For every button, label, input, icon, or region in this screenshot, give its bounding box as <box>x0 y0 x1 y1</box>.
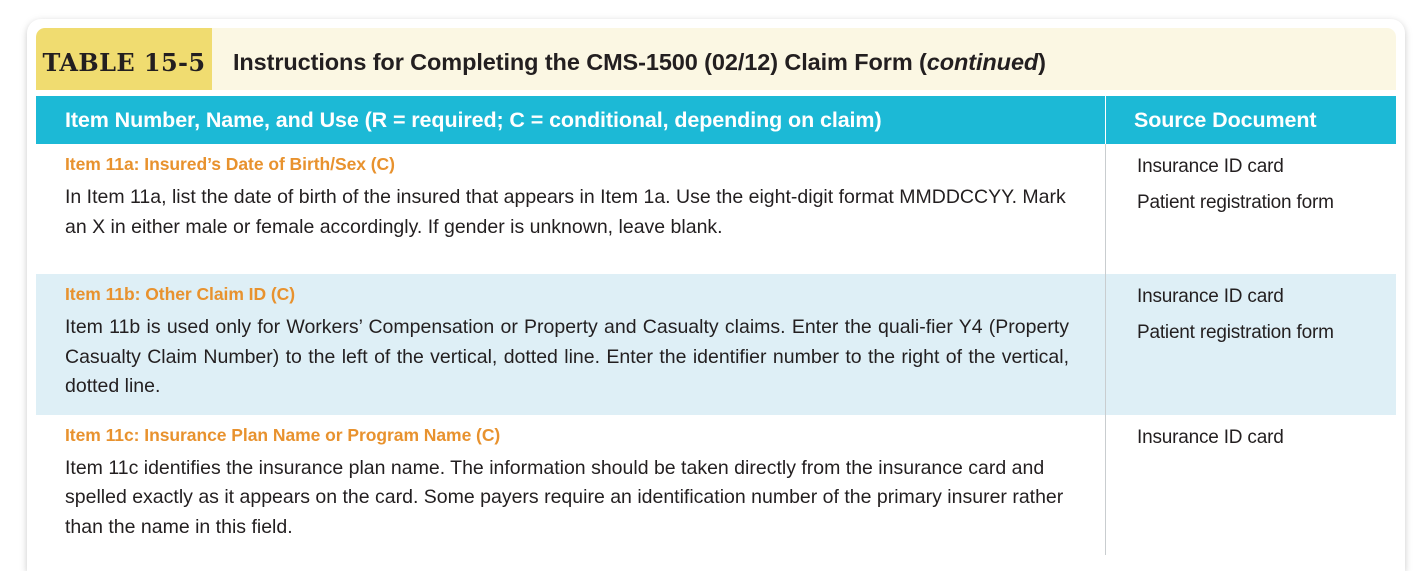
row-instruction-cell: Item 11a: Insured’s Date of Birth/Sex (C… <box>36 144 1105 274</box>
table-number-tag: TABLE 15-5 <box>36 28 212 96</box>
row-heading: Item 11b: Other Claim ID (C) <box>65 284 296 304</box>
row-instruction-cell: Item 11b: Other Claim ID (C) Item 11b is… <box>36 274 1105 415</box>
source-document-item: Insurance ID card <box>1137 286 1284 307</box>
source-document-item: Patient registration form <box>1137 322 1334 343</box>
row-instruction-cell: Item 11c: Insurance Plan Name or Program… <box>36 415 1105 556</box>
row-source-cell: Insurance ID card Patient registration f… <box>1105 144 1396 274</box>
table-title-continued: continued <box>926 48 1039 75</box>
table-inner: TABLE 15-5 Instructions for Completing t… <box>36 28 1396 571</box>
table-row: Item 11a: Insured’s Date of Birth/Sex (C… <box>36 144 1396 274</box>
table-title-main: Instructions for Completing the CMS-1500… <box>233 48 927 75</box>
table-title-bar: TABLE 15-5 Instructions for Completing t… <box>36 28 1396 96</box>
table-title-close: ) <box>1038 48 1046 75</box>
column-header-source-document-label: Source Document <box>1134 107 1317 132</box>
table-title: Instructions for Completing the CMS-1500… <box>233 49 1046 76</box>
row-source-cell: Insurance ID card Patient registration f… <box>1105 274 1396 415</box>
table-column-header-row: Item Number, Name, and Use (R = required… <box>36 96 1396 144</box>
row-body-text: Item 11b is used only for Workers’ Compe… <box>65 316 1069 397</box>
table-row: Item 11b: Other Claim ID (C) Item 11b is… <box>36 274 1396 415</box>
table-body: Item 11a: Insured’s Date of Birth/Sex (C… <box>36 144 1396 555</box>
source-document-item: Patient registration form <box>1137 192 1334 213</box>
table-row: Item 11c: Insurance Plan Name or Program… <box>36 414 1396 556</box>
row-heading: Item 11a: Insured’s Date of Birth/Sex (C… <box>65 154 395 174</box>
table-card: TABLE 15-5 Instructions for Completing t… <box>27 19 1405 571</box>
row-body-text: Item 11c identifies the insurance plan n… <box>65 456 1064 538</box>
table-number-label: TABLE 15-5 <box>42 47 206 77</box>
column-header-item-number: Item Number, Name, and Use (R = required… <box>36 108 1105 133</box>
column-header-source-document: Source Document <box>1105 96 1396 144</box>
source-document-item: Insurance ID card <box>1137 156 1284 177</box>
source-document-item: Insurance ID card <box>1137 426 1284 448</box>
column-header-item-number-label: Item Number, Name, and Use (R = required… <box>65 107 882 132</box>
row-source-cell: Insurance ID card <box>1105 414 1396 555</box>
table-title-wrap: Instructions for Completing the CMS-1500… <box>212 28 1396 96</box>
row-body-text: In Item 11a, list the date of birth of t… <box>65 186 1066 238</box>
row-heading: Item 11c: Insurance Plan Name or Program… <box>65 424 501 445</box>
